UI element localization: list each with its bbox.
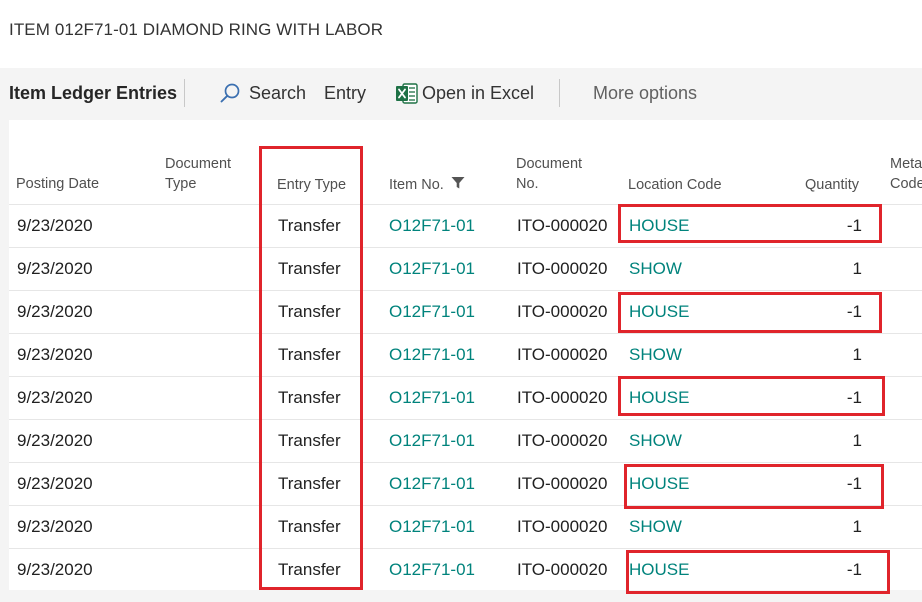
quantity-cell: -1: [846, 302, 862, 321]
quantity-cell: -1: [846, 560, 862, 579]
entry-type-cell: Transfer: [278, 302, 341, 321]
column-header-quantity[interactable]: Quantity: [805, 175, 859, 195]
document-no-cell: ITO-000020: [517, 388, 608, 407]
open-in-excel-button[interactable]: Open in Excel: [422, 83, 534, 104]
column-header-document-type-line2[interactable]: Type: [165, 174, 196, 194]
column-header-meta-line2[interactable]: Code: [890, 174, 922, 194]
document-no-cell: ITO-000020: [517, 474, 608, 493]
quantity-cell: 1: [852, 517, 862, 536]
location-code-link[interactable]: HOUSE: [629, 302, 689, 322]
entry-type-cell: Transfer: [278, 259, 341, 278]
item-no-link[interactable]: O12F71-01: [389, 345, 475, 365]
entry-button[interactable]: Entry: [324, 83, 366, 104]
table-row[interactable]: 9/23/2020 Transfer O12F71-01 ITO-000020 …: [9, 376, 922, 419]
posting-date-cell: 9/23/2020: [17, 560, 93, 579]
document-no-cell: ITO-000020: [517, 216, 608, 235]
quantity-cell: -1: [846, 388, 862, 407]
column-header-item-no[interactable]: Item No.: [389, 175, 444, 195]
search-icon[interactable]: [219, 82, 241, 109]
entry-type-cell: Transfer: [278, 431, 341, 450]
entry-type-cell: Transfer: [278, 388, 341, 407]
posting-date-cell: 9/23/2020: [17, 517, 93, 536]
entry-type-cell: Transfer: [278, 474, 341, 493]
table-row[interactable]: 9/23/2020 Transfer O12F71-01 ITO-000020 …: [9, 290, 922, 333]
column-header-entry-type[interactable]: Entry Type: [277, 175, 346, 195]
item-no-link[interactable]: O12F71-01: [389, 560, 475, 580]
location-code-link[interactable]: SHOW: [629, 517, 682, 537]
table-row[interactable]: 9/23/2020 Transfer O12F71-01 ITO-000020 …: [9, 462, 922, 505]
location-code-link[interactable]: HOUSE: [629, 388, 689, 408]
entry-type-cell: Transfer: [278, 216, 341, 235]
posting-date-cell: 9/23/2020: [17, 259, 93, 278]
entry-type-cell: Transfer: [278, 345, 341, 364]
table-row[interactable]: 9/23/2020 Transfer O12F71-01 ITO-000020 …: [9, 333, 922, 376]
item-no-link[interactable]: O12F71-01: [389, 474, 475, 494]
toolbar-divider: [184, 79, 185, 107]
item-no-link[interactable]: O12F71-01: [389, 517, 475, 537]
posting-date-cell: 9/23/2020: [17, 302, 93, 321]
quantity-cell: -1: [846, 216, 862, 235]
table-row[interactable]: 9/23/2020 Transfer O12F71-01 ITO-000020 …: [9, 505, 922, 548]
column-header-posting-date[interactable]: Posting Date: [16, 174, 99, 194]
page-title: ITEM 012F71-01 DIAMOND RING WITH LABOR: [9, 20, 384, 39]
action-bar: Item Ledger Entries Search Entry Open in…: [0, 68, 922, 120]
entry-type-cell: Transfer: [278, 517, 341, 536]
document-no-cell: ITO-000020: [517, 302, 608, 321]
quantity-cell: -1: [846, 474, 862, 493]
location-code-link[interactable]: HOUSE: [629, 560, 689, 580]
location-code-link[interactable]: SHOW: [629, 431, 682, 451]
posting-date-cell: 9/23/2020: [17, 388, 93, 407]
table-row[interactable]: 9/23/2020 Transfer O12F71-01 ITO-000020 …: [9, 204, 922, 247]
column-header-location-code[interactable]: Location Code: [628, 175, 722, 195]
posting-date-cell: 9/23/2020: [17, 216, 93, 235]
page-part-title: Item Ledger Entries: [9, 83, 178, 103]
quantity-cell: 1: [852, 345, 862, 364]
column-header-document-no-line2[interactable]: No.: [516, 174, 539, 194]
table-header: Posting Date Document Type Entry Type It…: [9, 120, 922, 204]
posting-date-cell: 9/23/2020: [17, 345, 93, 364]
table-row[interactable]: 9/23/2020 Transfer O12F71-01 ITO-000020 …: [9, 419, 922, 462]
posting-date-cell: 9/23/2020: [17, 431, 93, 450]
filter-icon[interactable]: [451, 176, 465, 195]
item-no-link[interactable]: O12F71-01: [389, 259, 475, 279]
quantity-cell: 1: [852, 431, 862, 450]
table-row[interactable]: 9/23/2020 Transfer O12F71-01 ITO-000020 …: [9, 247, 922, 290]
column-header-meta[interactable]: Meta: [890, 154, 922, 174]
document-no-cell: ITO-000020: [517, 259, 608, 278]
table-row[interactable]: 9/23/2020 Transfer O12F71-01 ITO-000020 …: [9, 548, 922, 591]
item-ledger-entries-table: Posting Date Document Type Entry Type It…: [9, 120, 922, 590]
item-no-link[interactable]: O12F71-01: [389, 302, 475, 322]
more-options-button[interactable]: More options: [593, 83, 697, 104]
item-no-link[interactable]: O12F71-01: [389, 216, 475, 236]
column-header-document-no[interactable]: Document: [516, 154, 582, 174]
entry-type-cell: Transfer: [278, 560, 341, 579]
document-no-cell: ITO-000020: [517, 560, 608, 579]
document-no-cell: ITO-000020: [517, 431, 608, 450]
item-no-link[interactable]: O12F71-01: [389, 431, 475, 451]
item-no-link[interactable]: O12F71-01: [389, 388, 475, 408]
toolbar-divider: [559, 79, 560, 107]
location-code-link[interactable]: SHOW: [629, 259, 682, 279]
location-code-link[interactable]: HOUSE: [629, 474, 689, 494]
document-no-cell: ITO-000020: [517, 345, 608, 364]
quantity-cell: 1: [852, 259, 862, 278]
column-header-document-type[interactable]: Document: [165, 154, 231, 174]
search-button[interactable]: Search: [249, 83, 306, 104]
document-no-cell: ITO-000020: [517, 517, 608, 536]
excel-icon[interactable]: [396, 83, 418, 109]
posting-date-cell: 9/23/2020: [17, 474, 93, 493]
location-code-link[interactable]: HOUSE: [629, 216, 689, 236]
location-code-link[interactable]: SHOW: [629, 345, 682, 365]
